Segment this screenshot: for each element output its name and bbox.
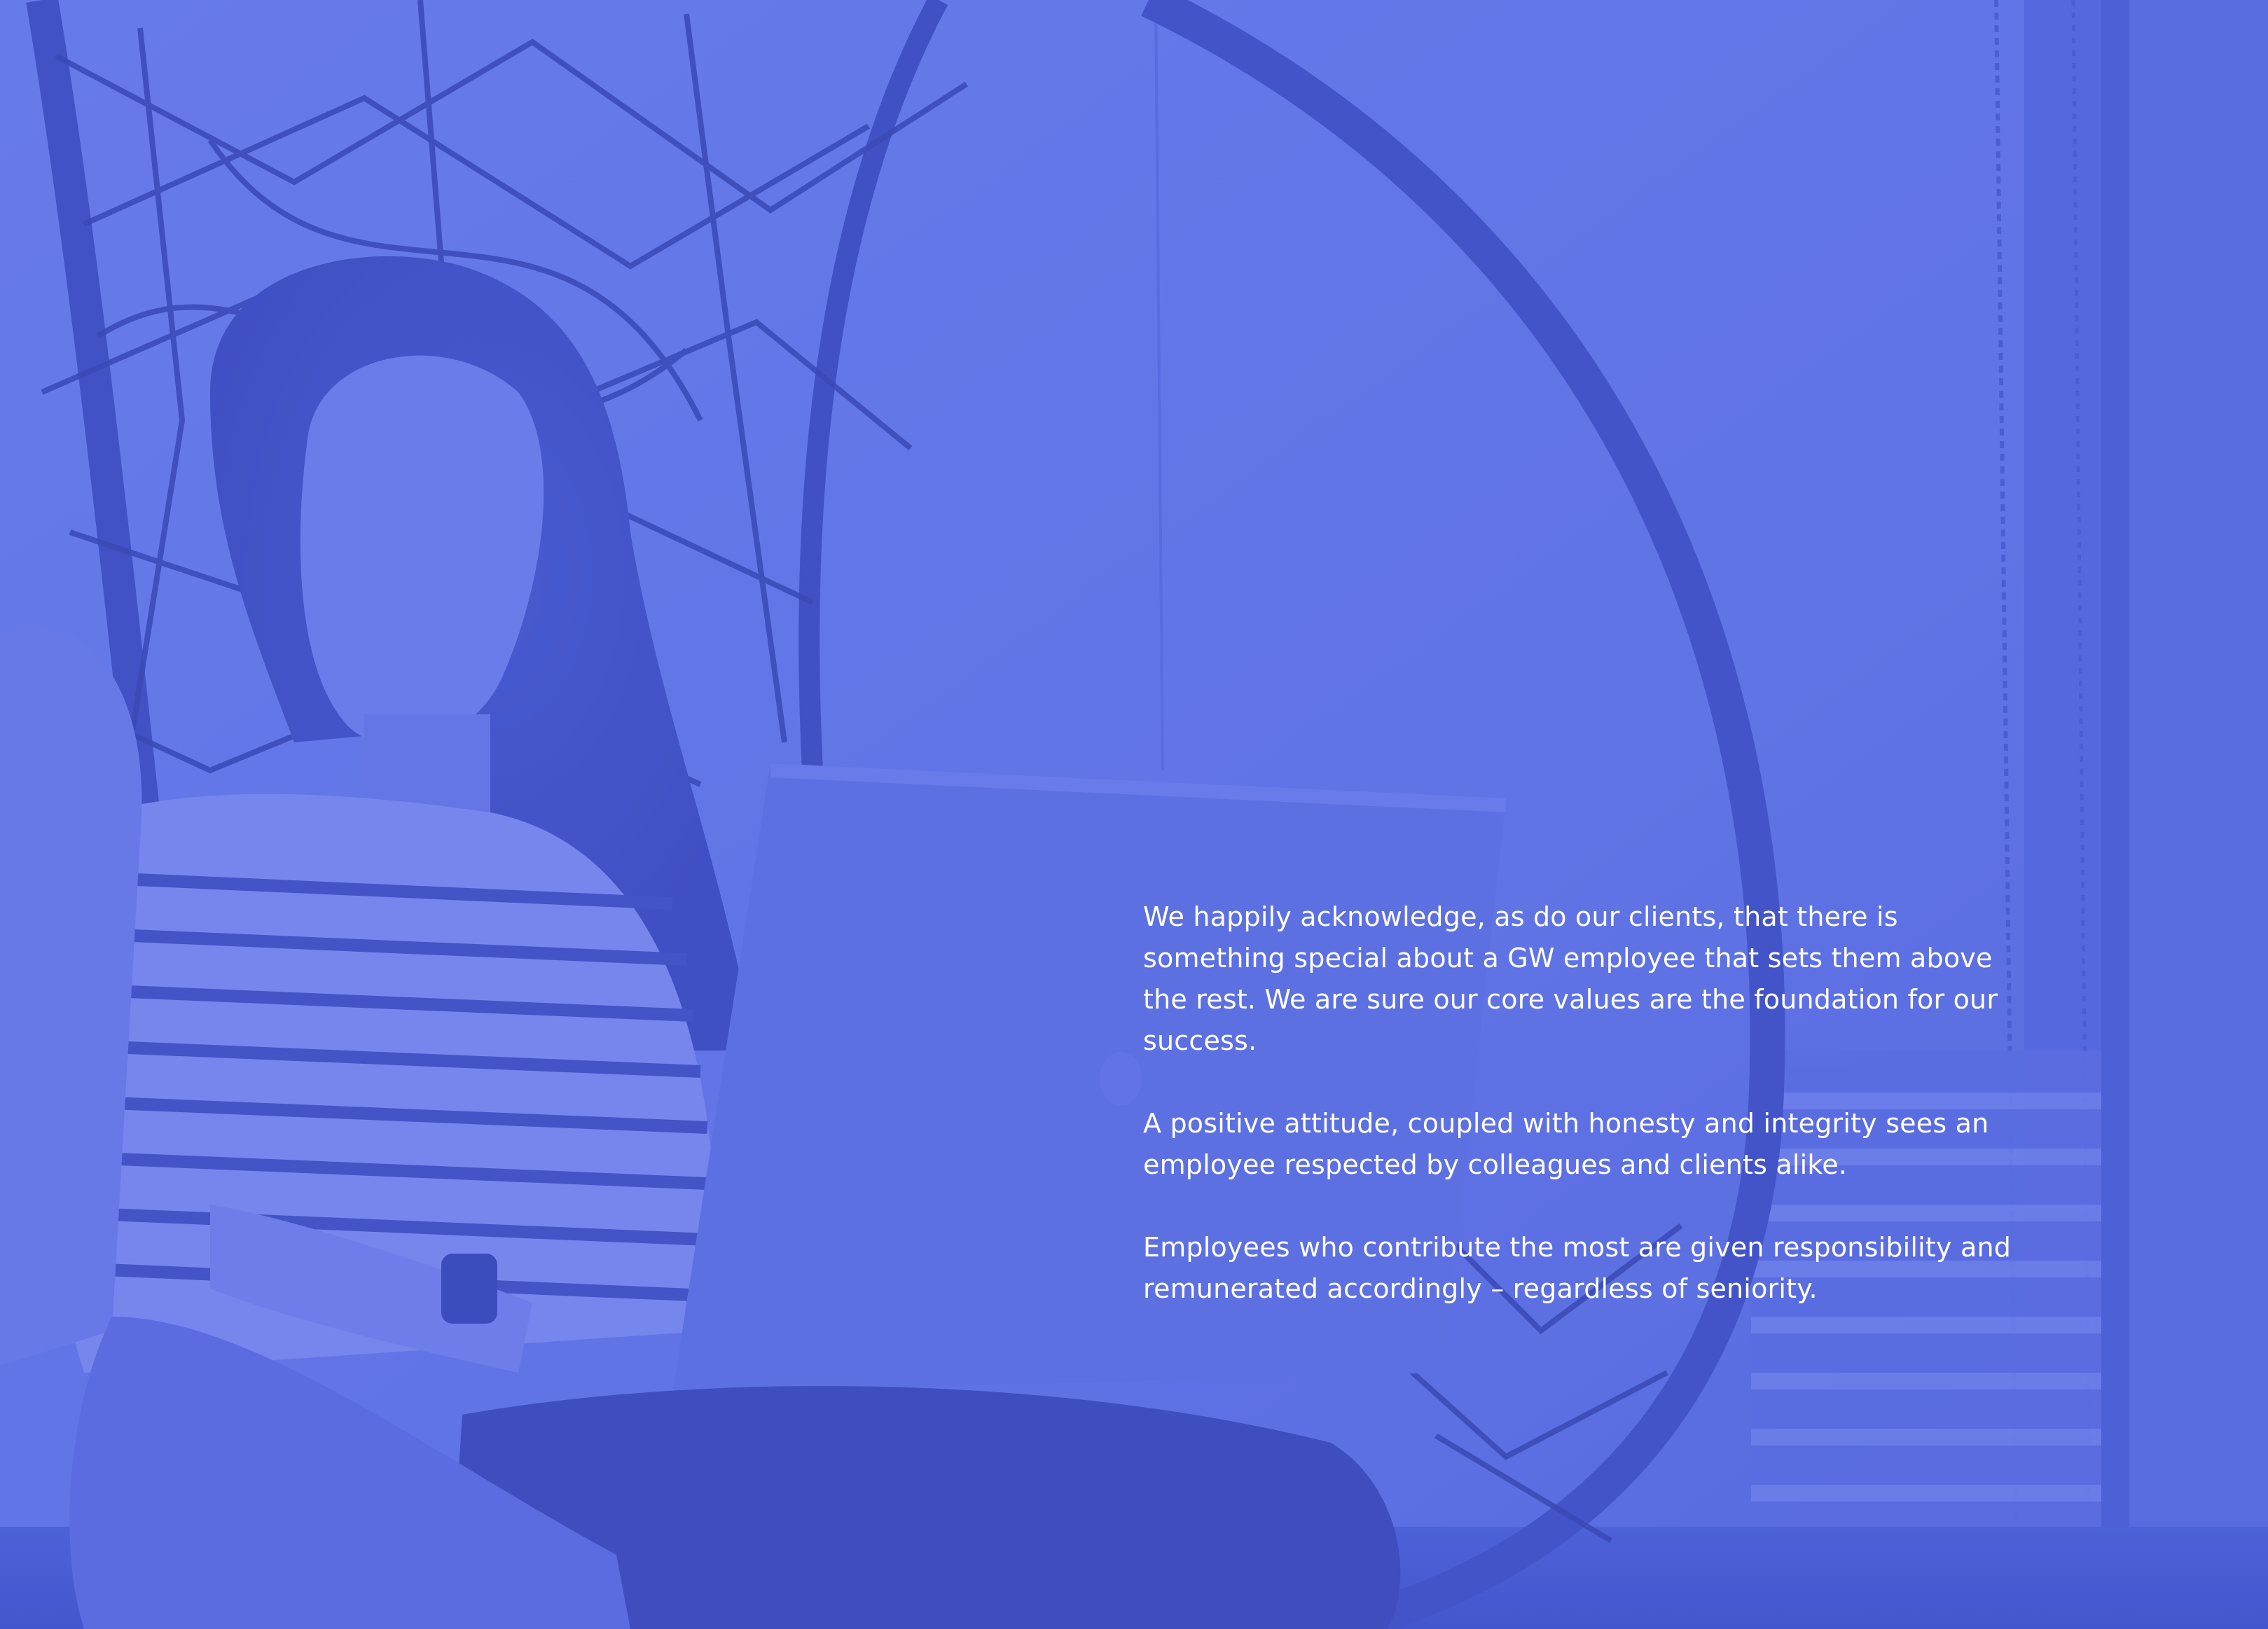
background-photo <box>0 0 2268 1629</box>
paragraph-core-values: We happily acknowledge, as do our client… <box>1143 901 1998 1056</box>
body-copy: We happily acknowledge, as do our client… <box>1143 896 2033 1310</box>
paragraph-responsibility: Employees who contribute the most are gi… <box>1143 1232 2012 1304</box>
paragraph-positive-attitude: A positive attitude, coupled with honest… <box>1143 1108 1989 1180</box>
brochure-page: We happily acknowledge, as do our client… <box>0 0 2268 1629</box>
